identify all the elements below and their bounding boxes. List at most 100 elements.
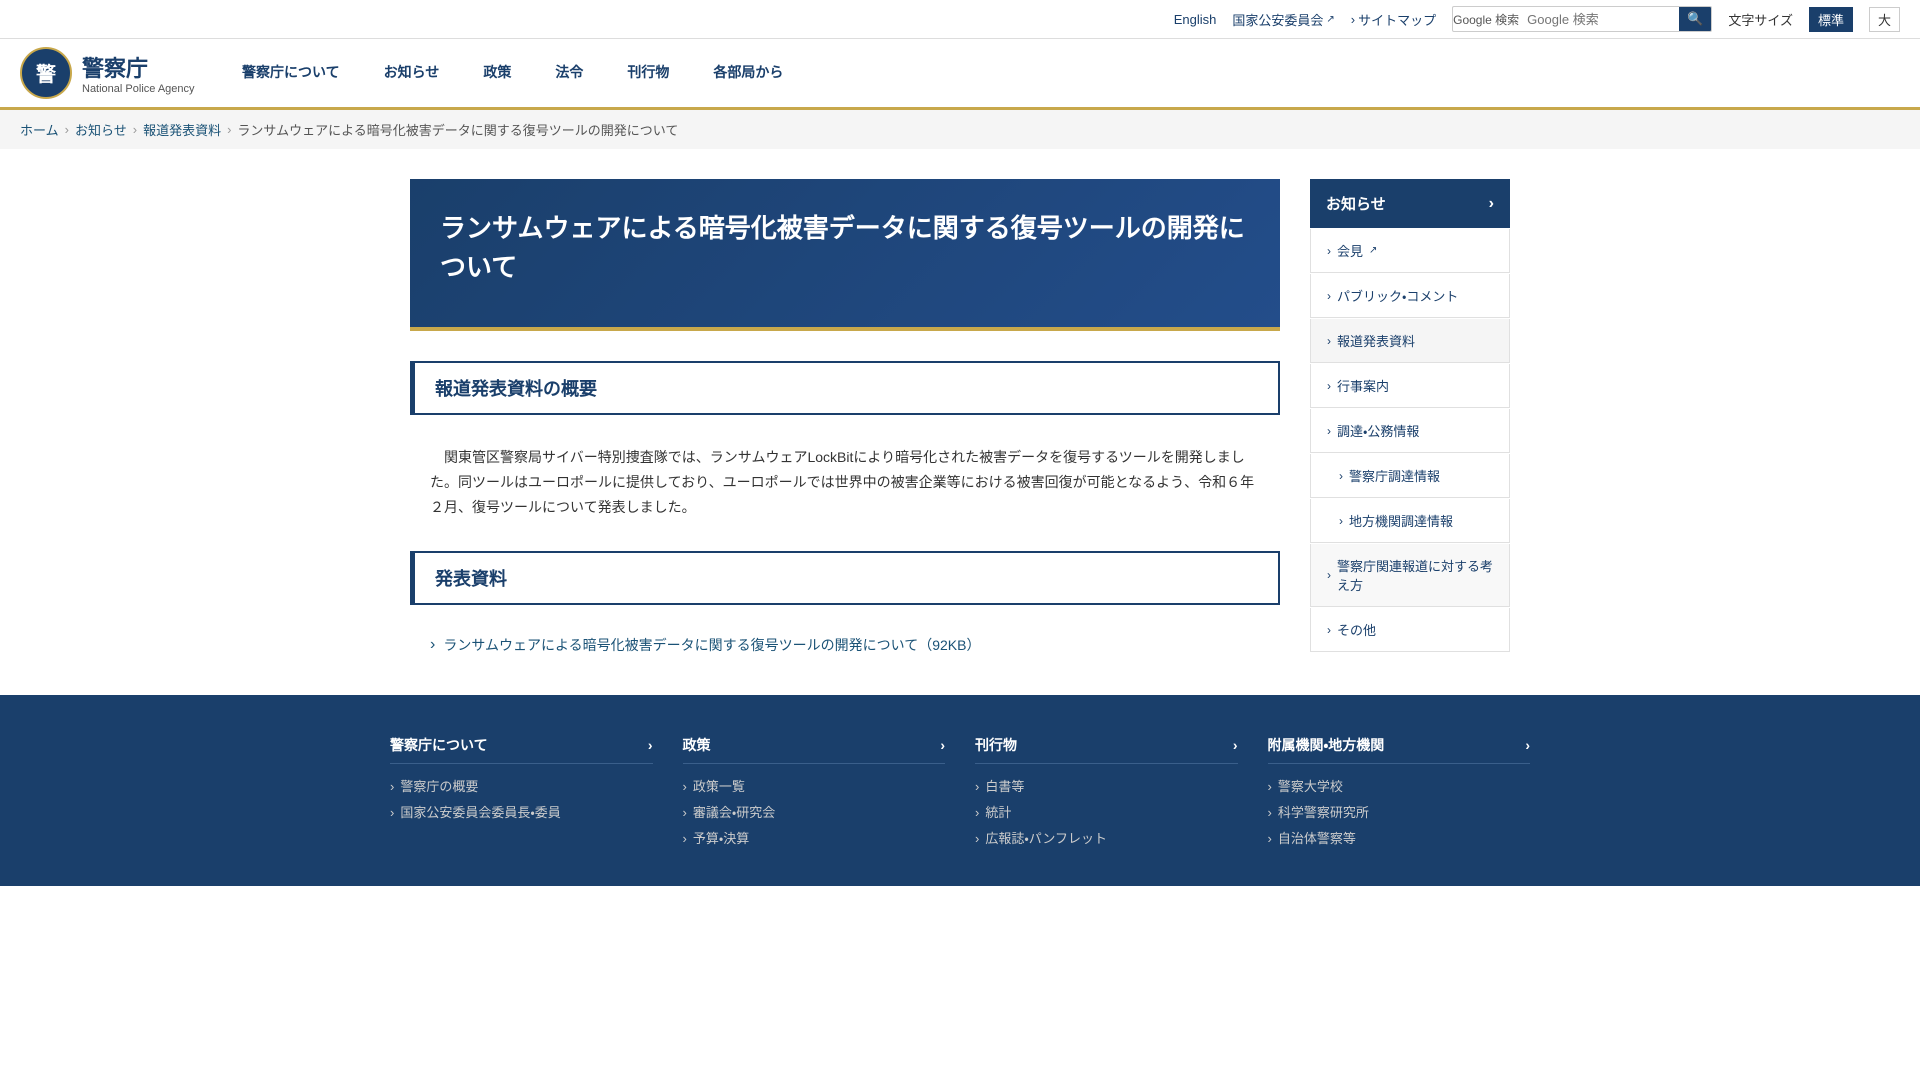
footer-link-agency-0[interactable]: 警察大学校 (1268, 778, 1531, 796)
document-link[interactable]: ランサムウェアによる暗号化被害データに関する復号ツールの開発について（92KB） (410, 625, 1280, 665)
footer-link-policy-0[interactable]: 政策一覧 (683, 778, 946, 796)
sidebar-arrow-6: › (1339, 514, 1343, 528)
search-form: Google 検索 🔍 (1452, 6, 1712, 32)
fontsize-label: 文字サイズ (1728, 10, 1793, 29)
page-title: ランサムウェアによる暗号化被害データに関する復号ツールの開発について (440, 209, 1250, 287)
breadcrumb-sep-1: › (65, 122, 69, 137)
search-button[interactable]: 🔍 (1679, 7, 1711, 31)
footer-col-arrow-publications: › (1233, 737, 1238, 753)
sidebar-item-npa-procurement[interactable]: › 警察庁調達情報 (1310, 454, 1510, 498)
sidebar-label-2: 報道発表資料 (1337, 331, 1415, 350)
nav-policy[interactable]: 政策 (461, 39, 533, 107)
section2-heading: 発表資料 (435, 565, 1258, 591)
footer-col-publications: 刊行物 › 白書等 統計 広報誌・パンフレット (975, 735, 1238, 857)
sidebar-label-7: 警察庁関連報道に対する考え方 (1337, 556, 1493, 594)
sidebar-arrow-8: › (1327, 623, 1331, 637)
logo-jp: 警察庁 (82, 51, 195, 83)
footer-col-arrow-about: › (648, 737, 653, 753)
sidebar-item-procurement[interactable]: › 調達・公務情報 (1310, 409, 1510, 453)
footer-col-title-publications: 刊行物 › (975, 735, 1238, 764)
sidebar-main-arrow: › (1489, 195, 1494, 213)
footer-link-policy-1[interactable]: 審議会・研究会 (683, 804, 946, 822)
sidebar-arrow-3: › (1327, 379, 1331, 393)
sitemap-chevron: › (1351, 12, 1355, 27)
footer-col-title-agencies: 附属機関・地方機関 › (1268, 735, 1531, 764)
nav-news[interactable]: お知らせ (362, 39, 462, 107)
sidebar-item-local-procurement[interactable]: › 地方機関調達情報 (1310, 499, 1510, 543)
fontsize-large-button[interactable]: 大 (1869, 7, 1900, 32)
top-bar: English 国家公安委員会 ↗ › サイトマップ Google 検索 🔍 文… (0, 0, 1920, 39)
footer-col-policy: 政策 › 政策一覧 審議会・研究会 予算・決算 (683, 735, 946, 857)
footer-link-pub-2[interactable]: 広報誌・パンフレット (975, 830, 1238, 848)
site-header: 警 警察庁 National Police Agency 警察庁について お知ら… (0, 39, 1920, 110)
sidebar-arrow-4: › (1327, 424, 1331, 438)
sidebar-item-public-comment[interactable]: › パブリック・コメント (1310, 274, 1510, 318)
sidebar-arrow-7: › (1327, 568, 1331, 582)
breadcrumb-news[interactable]: お知らせ (75, 120, 127, 139)
sidebar-label-0: 会見 (1337, 241, 1363, 260)
search-input[interactable] (1519, 9, 1679, 30)
footer-link-agency-1[interactable]: 科学警察研究所 (1268, 804, 1531, 822)
breadcrumb: ホーム › お知らせ › 報道発表資料 › ランサムウェアによる暗号化被害データ… (0, 110, 1920, 149)
nav-publications[interactable]: 刊行物 (605, 39, 691, 107)
logo-text: 警察庁 National Police Agency (82, 51, 195, 95)
sidebar-item-events[interactable]: › 行事案内 (1310, 364, 1510, 408)
footer-link-about-1[interactable]: 国家公安委員会委員長・委員 (390, 804, 653, 822)
section1-text: 関東管区警察局サイバー特別捜査隊では、ランサムウェアLockBitにより暗号化さ… (430, 445, 1260, 521)
footer-col-about: 警察庁について › 警察庁の概要 国家公安委員会委員長・委員 (390, 735, 653, 857)
breadcrumb-sep-3: › (227, 122, 231, 137)
breadcrumb-press[interactable]: 報道発表資料 (143, 120, 221, 139)
nav-law[interactable]: 法令 (533, 39, 605, 107)
sidebar-item-media-response[interactable]: › 警察庁関連報道に対する考え方 (1310, 544, 1510, 607)
sidebar-label-3: 行事案内 (1337, 376, 1389, 395)
sidebar-label-4: 調達・公務情報 (1337, 421, 1419, 440)
sidebar-label-6: 地方機関調達情報 (1349, 511, 1453, 530)
footer-col-arrow-agencies: › (1525, 737, 1530, 753)
nav-about[interactable]: 警察庁について (220, 39, 362, 107)
footer-link-pub-0[interactable]: 白書等 (975, 778, 1238, 796)
sidebar-item-press-release[interactable]: › 報道発表資料 (1310, 319, 1510, 363)
sidebar-external-0: ↗ (1369, 245, 1377, 256)
sidebar-arrow-2: › (1327, 334, 1331, 348)
sidebar-label-5: 警察庁調達情報 (1349, 466, 1440, 485)
fontsize-normal-button[interactable]: 標準 (1809, 7, 1853, 32)
svg-text:警: 警 (36, 62, 57, 86)
search-label: Google 検索 (1453, 11, 1519, 28)
sidebar-item-other[interactable]: › その他 (1310, 608, 1510, 652)
sidebar-item-press-conference[interactable]: › 会見 ↗ (1310, 229, 1510, 273)
sidebar-main-item[interactable]: お知らせ › (1310, 179, 1510, 228)
footer-col-agencies: 附属機関・地方機関 › 警察大学校 科学警察研究所 自治体警察等 (1268, 735, 1531, 857)
sitemap-link[interactable]: › サイトマップ (1351, 10, 1436, 29)
footer-col-title-about: 警察庁について › (390, 735, 653, 764)
sidebar-arrow-5: › (1339, 469, 1343, 483)
breadcrumb-sep-2: › (133, 122, 137, 137)
footer-link-pub-1[interactable]: 統計 (975, 804, 1238, 822)
sidebar-label-8: その他 (1337, 620, 1376, 639)
main-content: ランサムウェアによる暗号化被害データに関する復号ツールの開発について 報道発表資… (410, 179, 1280, 665)
site-footer: 警察庁について › 警察庁の概要 国家公安委員会委員長・委員 政策 › 政策一覧… (0, 695, 1920, 887)
sidebar-arrow-0: › (1327, 244, 1331, 258)
sidebar: お知らせ › › 会見 ↗ › パブリック・コメント › 報道発表資料 › 行事… (1310, 179, 1510, 665)
footer-link-agency-2[interactable]: 自治体警察等 (1268, 830, 1531, 848)
sidebar-main-label: お知らせ (1326, 193, 1386, 214)
english-link[interactable]: English (1174, 12, 1217, 27)
sidebar-arrow-1: › (1327, 289, 1331, 303)
content-wrapper: ランサムウェアによる暗号化被害データに関する復号ツールの開発について 報道発表資… (390, 179, 1530, 665)
npa-link[interactable]: 国家公安委員会 ↗ (1232, 10, 1334, 29)
footer-grid: 警察庁について › 警察庁の概要 国家公安委員会委員長・委員 政策 › 政策一覧… (390, 735, 1530, 857)
nav-bureaus[interactable]: 各部局から (691, 39, 805, 107)
logo-emblem: 警 (20, 47, 72, 99)
sidebar-label-1: パブリック・コメント (1337, 286, 1458, 305)
logo-en: National Police Agency (82, 83, 195, 95)
breadcrumb-current: ランサムウェアによる暗号化被害データに関する復号ツールの開発について (237, 120, 678, 139)
footer-link-about-0[interactable]: 警察庁の概要 (390, 778, 653, 796)
footer-col-title-policy: 政策 › (683, 735, 946, 764)
breadcrumb-home[interactable]: ホーム (20, 120, 59, 139)
footer-link-policy-2[interactable]: 予算・決算 (683, 830, 946, 848)
section1-header: 報道発表資料の概要 (410, 361, 1280, 415)
section2-header: 発表資料 (410, 551, 1280, 605)
page-title-box: ランサムウェアによる暗号化被害データに関する復号ツールの開発について (410, 179, 1280, 331)
section1-heading: 報道発表資料の概要 (435, 375, 1258, 401)
logo-link[interactable]: 警 警察庁 National Police Agency (0, 39, 220, 107)
external-icon: ↗ (1326, 14, 1334, 25)
